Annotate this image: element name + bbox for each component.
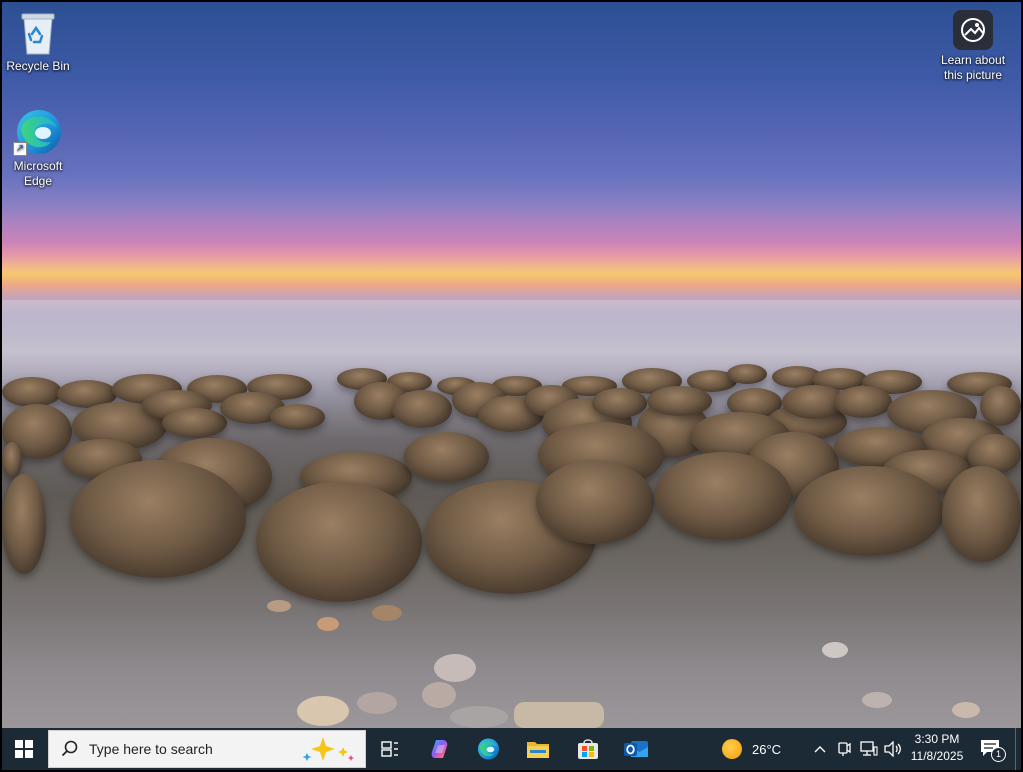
rock: [256, 482, 422, 602]
taskbar-clock[interactable]: 3:30 PM 11/8/2025: [906, 731, 968, 767]
windows-logo-icon: [15, 740, 33, 758]
notification-center-button[interactable]: 1: [974, 728, 1008, 770]
notification-icon: 1: [980, 739, 1006, 762]
start-button[interactable]: [2, 728, 46, 770]
speaker-icon: [884, 741, 901, 757]
tray-meet-now[interactable]: [834, 728, 854, 770]
outlook-icon: [624, 741, 648, 757]
rock: [162, 408, 227, 438]
pebble: [450, 706, 508, 728]
rock: [980, 386, 1021, 426]
rock: [392, 390, 452, 428]
copilot-icon: [431, 740, 448, 758]
rock: [647, 386, 712, 416]
pebble: [422, 682, 456, 708]
pebble: [297, 696, 349, 726]
show-desktop-button[interactable]: [1015, 728, 1022, 770]
rock: [592, 388, 647, 418]
desktop-icon-label: Learn about this picture: [940, 53, 1006, 82]
rock: [942, 466, 1021, 562]
rock: [655, 452, 791, 540]
desktop-icon-recycle-bin[interactable]: Recycle Bin: [2, 10, 74, 74]
desktop-icon-label: Recycle Bin: [6, 59, 70, 73]
shortcut-arrow-icon: ↗: [13, 142, 27, 156]
search-icon: [61, 740, 78, 757]
camera-lens-icon: [953, 10, 993, 50]
taskbar-outlook[interactable]: [618, 728, 654, 770]
recycle-bin-icon: [18, 10, 58, 56]
task-view-button[interactable]: [374, 728, 406, 770]
rock: [834, 386, 892, 418]
store-bag-icon: [578, 739, 598, 759]
pebble: [822, 642, 848, 658]
notification-count-badge: 1: [991, 747, 1006, 762]
pebble: [862, 692, 892, 708]
desktop-icon-microsoft-edge[interactable]: ↗ Microsoft Edge: [2, 108, 74, 189]
weather-temperature: 26°C: [752, 741, 782, 757]
task-view-icon: [381, 741, 398, 757]
rock: [2, 474, 46, 574]
taskbar-copilot[interactable]: [422, 728, 458, 770]
show-hidden-icons-button[interactable]: [810, 728, 830, 770]
weather-widget[interactable]: 26°C: [722, 728, 796, 770]
pebble: [372, 605, 402, 621]
chevron-up-icon: [814, 746, 826, 753]
rock: [2, 377, 62, 407]
edge-icon: [477, 738, 500, 760]
rock: [270, 404, 325, 430]
folder-icon: [527, 742, 549, 758]
rock: [536, 460, 654, 544]
clock-time: 3:30 PM: [914, 732, 960, 746]
tray-volume[interactable]: [882, 728, 904, 770]
sun-icon: [722, 739, 742, 759]
pebble: [952, 702, 980, 718]
taskbar: Type here to search 26°C 3:30 PM 11/8/20…: [2, 728, 1021, 770]
rock: [794, 466, 944, 556]
desktop-wallpaper[interactable]: Recycle Bin ↗ Microsoft Edge Learn about…: [2, 2, 1021, 728]
tray-network[interactable]: [858, 728, 880, 770]
edge-icon: ↗: [13, 108, 63, 156]
rock: [727, 364, 767, 384]
rock: [2, 442, 22, 478]
taskbar-file-explorer[interactable]: [520, 728, 556, 770]
desktop-icon-learn-about-picture[interactable]: Learn about this picture: [935, 10, 1011, 83]
search-highlight-sparkle-icon: [302, 737, 354, 761]
sea-haze: [2, 300, 1021, 370]
pebble: [514, 702, 604, 728]
rock: [404, 432, 489, 482]
taskbar-edge[interactable]: [470, 728, 506, 770]
pebble: [357, 692, 397, 714]
pebble: [434, 654, 476, 682]
clock-date: 11/8/2025: [910, 749, 964, 763]
network-icon: [860, 741, 878, 756]
desktop-icon-label: Microsoft Edge: [13, 159, 63, 188]
rock: [70, 460, 246, 578]
taskbar-search-box[interactable]: Type here to search: [48, 730, 366, 768]
search-placeholder: Type here to search: [89, 741, 213, 757]
webcam-icon: [838, 742, 851, 756]
pebble: [267, 600, 291, 612]
taskbar-microsoft-store[interactable]: [570, 728, 606, 770]
pebble: [317, 617, 339, 631]
